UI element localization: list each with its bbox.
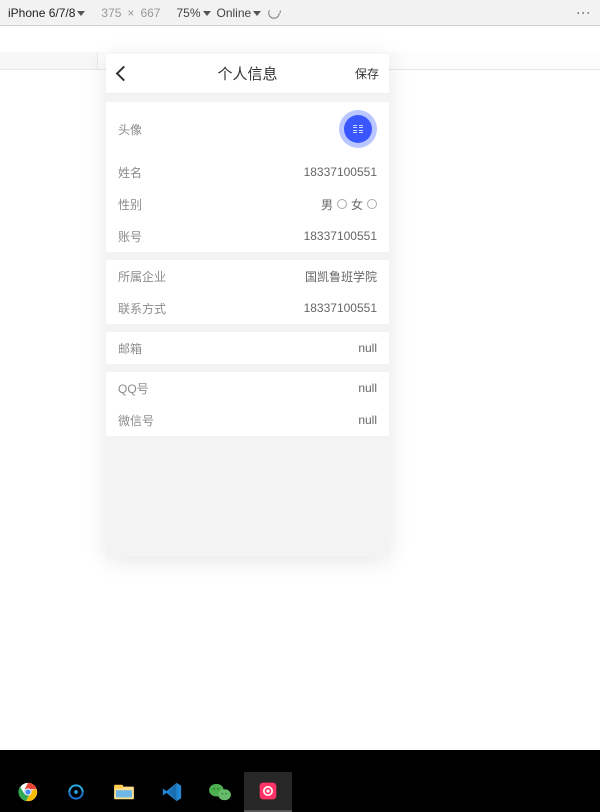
viewport-width[interactable]: 375 xyxy=(101,6,121,20)
row-avatar[interactable]: 头像 xyxy=(106,102,389,156)
row-qq[interactable]: QQ号 null xyxy=(106,372,389,404)
account-label: 账号 xyxy=(118,228,142,245)
qq-value: null xyxy=(358,381,377,395)
row-email[interactable]: 邮箱 null xyxy=(106,332,389,364)
gender-male-label: 男 xyxy=(321,196,333,213)
name-label: 姓名 xyxy=(118,164,142,181)
avatar-label: 头像 xyxy=(118,121,142,138)
dimension-sep: × xyxy=(127,6,134,20)
devtools-bar: iPhone 6/7/8 375 × 667 75% Online ⋮ xyxy=(0,0,600,26)
section-email: 邮箱 null xyxy=(106,332,389,364)
section-social: QQ号 null 微信号 null xyxy=(106,372,389,436)
account-value: 18337100551 xyxy=(304,229,377,243)
section-org: 所属企业 国凯鲁班学院 联系方式 18337100551 xyxy=(106,260,389,324)
network-select[interactable]: Online xyxy=(217,6,262,20)
section-basic: 头像 姓名 18337100551 性别 男 女 账号 1833710055 xyxy=(106,102,389,252)
rotate-icon[interactable] xyxy=(267,6,281,20)
row-contact[interactable]: 联系方式 18337100551 xyxy=(106,292,389,324)
row-wechat[interactable]: 微信号 null xyxy=(106,404,389,436)
gender-female-radio[interactable] xyxy=(367,199,377,209)
email-value: null xyxy=(358,341,377,355)
taskbar-wechat-icon[interactable] xyxy=(196,772,244,812)
taskbar-capture-icon[interactable] xyxy=(244,772,292,812)
gender-female-label: 女 xyxy=(351,196,363,213)
row-account: 账号 18337100551 xyxy=(106,220,389,252)
avatar[interactable] xyxy=(339,110,377,148)
device-viewport: 个人信息 保存 头像 姓名 18337100551 性别 男 女 xyxy=(106,54,389,556)
more-menu-icon[interactable]: ⋮ xyxy=(576,6,592,20)
save-button[interactable]: 保存 xyxy=(355,65,379,82)
qq-label: QQ号 xyxy=(118,380,149,397)
wechat-label: 微信号 xyxy=(118,412,154,429)
row-name[interactable]: 姓名 18337100551 xyxy=(106,156,389,188)
company-value: 国凯鲁班学院 xyxy=(305,268,377,285)
email-label: 邮箱 xyxy=(118,340,142,357)
wechat-value: null xyxy=(358,413,377,427)
page-header: 个人信息 保存 xyxy=(106,54,389,94)
windows-taskbar xyxy=(0,772,600,812)
row-gender: 性别 男 女 xyxy=(106,188,389,220)
name-value: 18337100551 xyxy=(304,165,377,179)
viewport-height[interactable]: 667 xyxy=(140,6,160,20)
contact-label: 联系方式 xyxy=(118,300,166,317)
gender-label: 性别 xyxy=(118,196,142,213)
row-company: 所属企业 国凯鲁班学院 xyxy=(106,260,389,292)
taskbar-explorer-icon[interactable] xyxy=(100,772,148,812)
taskbar-chrome-icon[interactable] xyxy=(4,772,52,812)
page-title: 个人信息 xyxy=(217,63,277,84)
back-icon[interactable] xyxy=(116,66,126,82)
zoom-select[interactable]: 75% xyxy=(176,6,210,20)
contact-value: 18337100551 xyxy=(304,301,377,315)
window-gap xyxy=(0,750,600,772)
device-select[interactable]: iPhone 6/7/8 xyxy=(8,6,85,20)
company-label: 所属企业 xyxy=(118,268,166,285)
gender-male-radio[interactable] xyxy=(337,199,347,209)
taskbar-vscode-icon[interactable] xyxy=(148,772,196,812)
taskbar-app1-icon[interactable] xyxy=(52,772,100,812)
